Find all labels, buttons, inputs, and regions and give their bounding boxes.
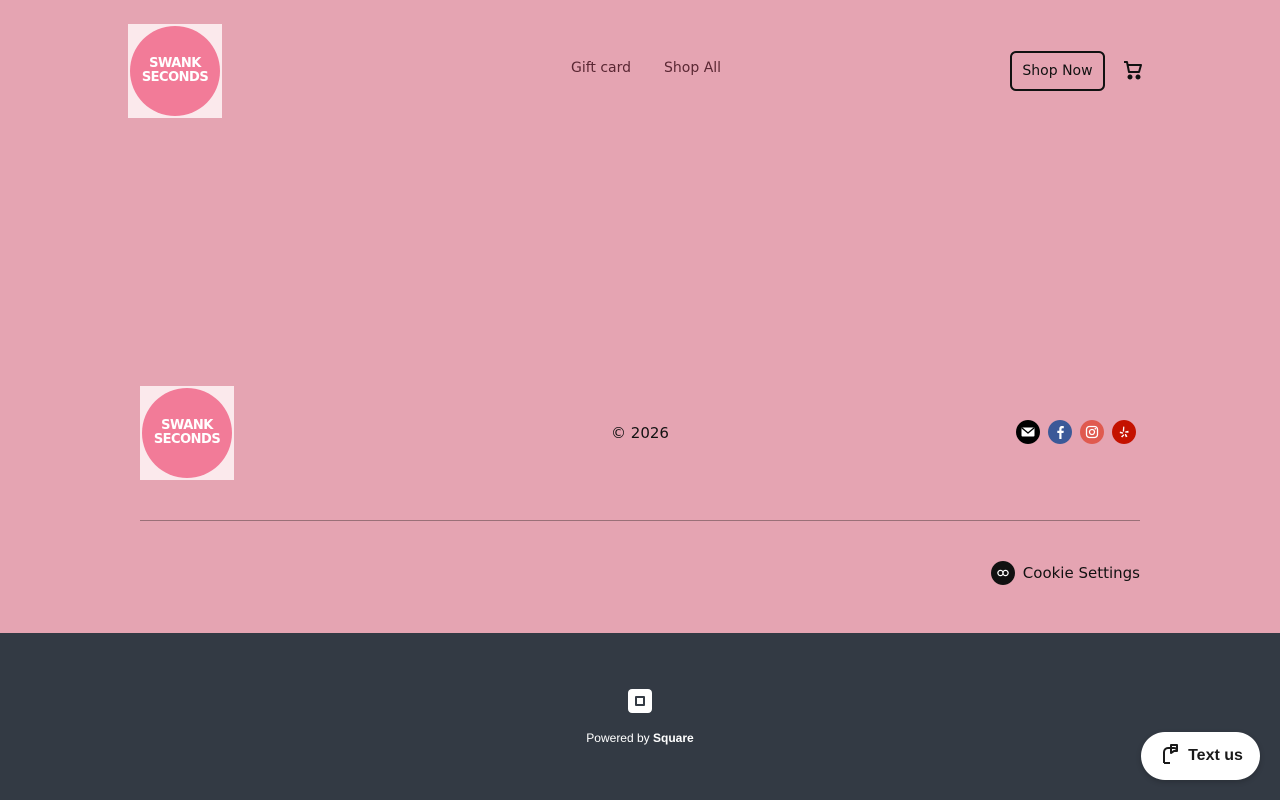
- powered-by-brand: Square: [653, 731, 694, 745]
- text-us-button[interactable]: Text us: [1141, 732, 1260, 780]
- powered-by-bar: Powered by Square: [0, 633, 1280, 800]
- social-links: [1016, 420, 1136, 444]
- footer-divider: [140, 520, 1140, 521]
- footer-logo[interactable]: SWANK SECONDS: [140, 386, 234, 480]
- instagram-icon[interactable]: [1080, 420, 1104, 444]
- copyright-text: © 2026: [611, 424, 669, 442]
- site-logo[interactable]: SWANK SECONDS: [128, 24, 222, 118]
- chat-phone-icon: [1158, 743, 1180, 769]
- cart-icon[interactable]: [1121, 58, 1145, 82]
- logo-circle: SWANK SECONDS: [142, 388, 232, 478]
- nav-gift-card[interactable]: Gift card: [571, 60, 631, 76]
- yelp-icon[interactable]: [1112, 420, 1136, 444]
- main-nav: Gift card Shop All: [571, 60, 721, 76]
- powered-by-text[interactable]: Powered by Square: [0, 731, 1280, 745]
- logo-text-line1: SWANK: [161, 418, 213, 433]
- square-logo-inner: [635, 696, 645, 706]
- text-us-label: Text us: [1188, 747, 1243, 764]
- shop-now-button[interactable]: Shop Now: [1010, 51, 1105, 91]
- cookie-icon: [990, 561, 1015, 585]
- cookie-settings-label: Cookie Settings: [1022, 564, 1140, 582]
- logo-text-line2: SECONDS: [153, 432, 221, 447]
- logo-circle: SWANK SECONDS: [130, 26, 220, 116]
- logo-text-line2: SECONDS: [141, 70, 209, 85]
- powered-by-prefix: Powered by: [586, 731, 653, 745]
- logo-text-line1: SWANK: [149, 56, 201, 71]
- facebook-icon[interactable]: [1048, 420, 1072, 444]
- cookie-settings-button[interactable]: Cookie Settings: [990, 561, 1140, 585]
- square-logo-icon[interactable]: [628, 689, 652, 713]
- email-icon[interactable]: [1016, 420, 1040, 444]
- nav-shop-all[interactable]: Shop All: [664, 60, 721, 76]
- site-header: SWANK SECONDS Gift card Shop All Shop No…: [0, 0, 1280, 140]
